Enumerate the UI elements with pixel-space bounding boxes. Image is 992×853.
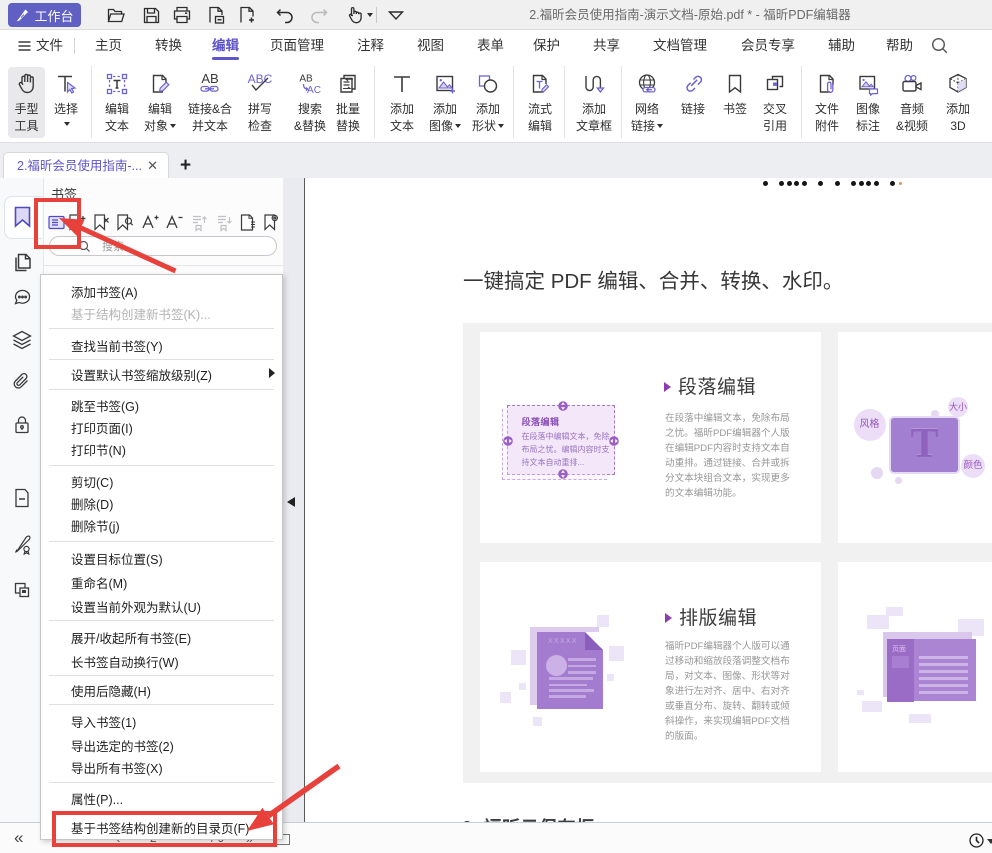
svg-text:AB: AB [299,74,313,85]
svg-text:AC: AC [307,85,321,96]
svg-text:ABC: ABC [248,72,273,86]
svg-text:AB: AB [201,72,218,86]
